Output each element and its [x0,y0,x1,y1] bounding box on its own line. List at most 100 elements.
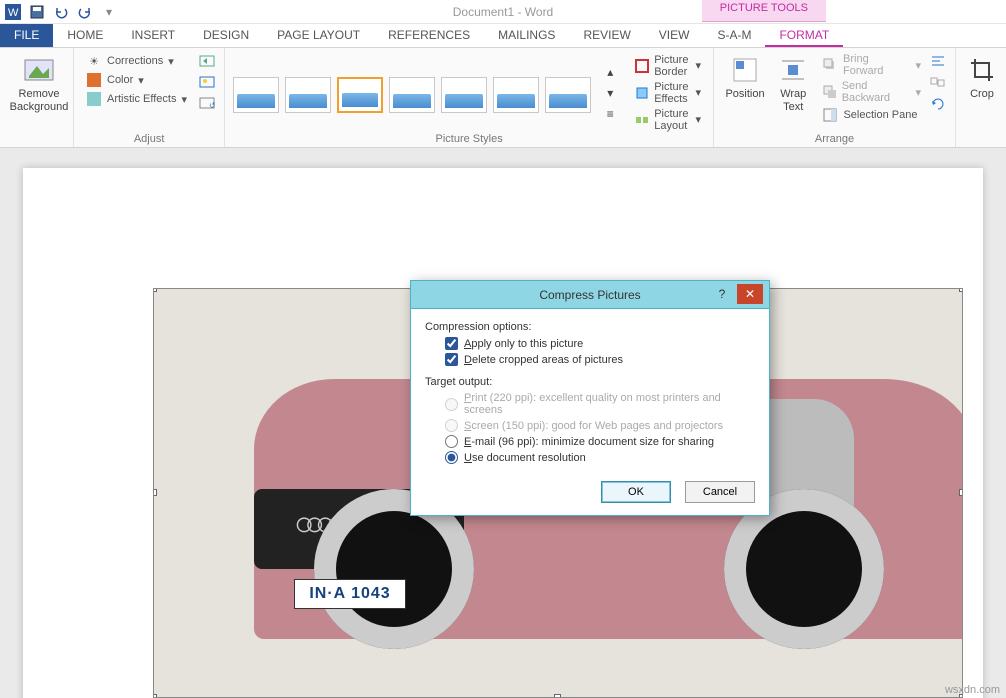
resize-handle[interactable] [153,288,157,292]
apply-only-checkbox[interactable] [445,337,458,350]
apply-only-checkbox-row[interactable]: Apply only to this picture [445,337,755,350]
selection-pane-icon [822,107,838,123]
artistic-icon [86,91,102,107]
dialog-body: Compression options: Apply only to this … [411,309,769,473]
gallery-down-icon[interactable]: ▾ [601,84,619,102]
style-gallery[interactable] [233,73,591,113]
tab-home[interactable]: HOME [53,24,117,47]
dialog-help-button[interactable]: ? [711,284,733,304]
send-backward-button[interactable]: Send Backward ▾ [818,79,925,105]
crop-button[interactable]: Crop [964,52,1000,103]
delete-cropped-checkbox-row[interactable]: Delete cropped areas of pictures [445,353,755,366]
delete-cropped-checkbox[interactable] [445,353,458,366]
qat-customize-icon[interactable]: ▾ [100,3,118,21]
tab-sam[interactable]: S-A-M [703,24,765,47]
contextual-tab-label: PICTURE TOOLS [702,0,826,22]
resize-handle[interactable] [959,489,963,496]
style-thumb[interactable] [233,77,279,113]
artistic-effects-button[interactable]: Artistic Effects ▾ [82,90,194,108]
group-adjust: ☀Corrections ▾ Color ▾ Artistic Effects … [74,48,225,147]
reset-picture-icon[interactable]: ↺ [198,94,216,112]
picture-styles-group-label: Picture Styles [233,133,705,145]
layout-icon [635,112,649,128]
title-bar: W ▾ Document1 - Word PICTURE TOOLS [0,0,1006,24]
send-backward-icon [822,84,836,100]
corrections-icon: ☀ [86,53,102,69]
word-icon: W [4,3,22,21]
bring-forward-button[interactable]: Bring Forward ▾ [818,52,925,78]
style-thumb[interactable] [285,77,331,113]
crop-icon [966,54,998,86]
group-icon[interactable] [929,73,947,91]
email-radio[interactable] [445,435,458,448]
print-radio [445,398,458,411]
watermark-text: wsxdn.com [945,684,1000,696]
document-resolution-radio-row[interactable]: Use document resolution [445,451,755,464]
gallery-up-icon[interactable]: ▴ [601,63,619,81]
tab-view[interactable]: VIEW [645,24,704,47]
adjust-group-label: Adjust [82,133,216,145]
gallery-more-icon[interactable]: ≡ [601,105,619,123]
position-icon [729,54,761,86]
tab-review[interactable]: REVIEW [569,24,644,47]
style-thumb-selected[interactable] [337,77,383,113]
style-thumb[interactable] [545,77,591,113]
change-picture-icon[interactable] [198,73,216,91]
screen-radio-row: Screen (150 ppi): good for Web pages and… [445,419,755,432]
tab-file[interactable]: FILE [0,24,53,47]
tab-format[interactable]: FORMAT [765,24,843,47]
dialog-button-row: OK Cancel [411,473,769,515]
cancel-button[interactable]: Cancel [685,481,755,503]
email-radio-row[interactable]: E-mail (96 ppi): minimize document size … [445,435,755,448]
compression-options-heading: Compression options: [425,321,755,333]
selection-pane-button[interactable]: Selection Pane [818,106,925,124]
resize-handle[interactable] [153,694,157,698]
resize-handle[interactable] [959,288,963,292]
wrap-text-icon [777,54,809,86]
screen-radio [445,419,458,432]
undo-icon[interactable] [52,3,70,21]
style-thumb[interactable] [389,77,435,113]
group-picture-styles: ▴ ▾ ≡ Picture Border ▾ Picture Effects ▾… [225,48,714,147]
redo-icon[interactable] [76,3,94,21]
svg-text:W: W [8,7,19,19]
corrections-button[interactable]: ☀Corrections ▾ [82,52,194,70]
ribbon-tabs: FILE HOME INSERT DESIGN PAGE LAYOUT REFE… [0,24,1006,48]
dialog-title: Compress Pictures [539,288,640,302]
align-icon[interactable] [929,52,947,70]
tab-design[interactable]: DESIGN [189,24,263,47]
dialog-close-button[interactable]: ✕ [737,284,763,304]
ribbon: Remove Background ☀Corrections ▾ Color ▾… [0,48,1006,148]
license-plate: IN·A 1043 [294,579,406,609]
compress-pictures-icon[interactable] [198,52,216,70]
arrange-group-label: Arrange [722,133,947,145]
tab-page-layout[interactable]: PAGE LAYOUT [263,24,374,47]
ok-button[interactable]: OK [601,481,671,503]
position-button[interactable]: Position [722,52,768,103]
picture-effects-button[interactable]: Picture Effects ▾ [631,80,705,106]
group-arrange: Position Wrap Text Bring Forward ▾ Send … [714,48,956,147]
style-thumb[interactable] [441,77,487,113]
remove-background-label: Remove Background [10,88,69,114]
style-thumb[interactable] [493,77,539,113]
picture-border-button[interactable]: Picture Border ▾ [631,53,705,79]
rotate-icon[interactable] [929,94,947,112]
remove-background-button[interactable]: Remove Background [8,52,70,116]
tab-mailings[interactable]: MAILINGS [484,24,569,47]
document-resolution-radio[interactable] [445,451,458,464]
resize-handle[interactable] [153,489,157,496]
resize-handle[interactable] [554,694,561,698]
print-radio-row: Print (220 ppi): excellent quality on mo… [445,392,755,416]
dialog-titlebar[interactable]: Compress Pictures ? ✕ [411,281,769,309]
picture-layout-button[interactable]: Picture Layout ▾ [631,107,705,133]
quick-access-toolbar: W ▾ [4,3,118,21]
color-button[interactable]: Color ▾ [82,71,194,89]
group-size: Crop [956,48,1006,147]
group-remove-background: Remove Background [0,48,74,147]
wrap-text-button[interactable]: Wrap Text [772,52,814,116]
effects-icon [635,85,649,101]
svg-text:↺: ↺ [209,101,215,110]
tab-insert[interactable]: INSERT [117,24,189,47]
save-icon[interactable] [28,3,46,21]
tab-references[interactable]: REFERENCES [374,24,484,47]
